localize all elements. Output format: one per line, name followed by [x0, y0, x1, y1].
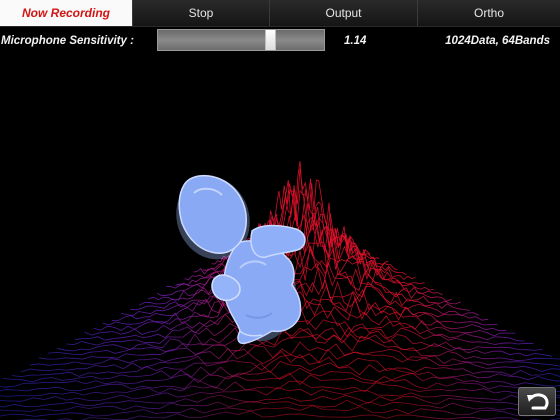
- sensitivity-value: 1.14: [344, 35, 367, 47]
- sensitivity-label: Microphone Sensitivity :: [1, 35, 134, 47]
- spectrum-line: [0, 399, 560, 412]
- blob-figure-icon: [176, 174, 306, 345]
- spectrum-line: [0, 394, 560, 408]
- spectrum-line: [0, 372, 560, 392]
- slider-thumb[interactable]: [265, 30, 276, 50]
- sensitivity-row: Microphone Sensitivity : 1.14 1024Data, …: [0, 27, 560, 53]
- data-info-label: 1024Data, 64Bands: [445, 35, 550, 47]
- spectrum-line: [29, 341, 560, 367]
- visualizer-app: Now Recording Stop Output Ortho Micropho…: [0, 0, 560, 420]
- tab-now-recording[interactable]: Now Recording: [0, 0, 133, 26]
- spectrum-visualization: [0, 161, 560, 420]
- reset-view-button[interactable]: [518, 387, 556, 416]
- tab-stop[interactable]: Stop: [133, 0, 270, 26]
- spectrum-line: [20, 348, 560, 373]
- tab-output[interactable]: Output: [270, 0, 418, 26]
- tab-ortho[interactable]: Ortho: [418, 0, 560, 26]
- undo-arrow-icon: [527, 393, 549, 410]
- tab-bar: Now Recording Stop Output Ortho: [0, 0, 560, 27]
- sensitivity-slider[interactable]: [157, 29, 325, 51]
